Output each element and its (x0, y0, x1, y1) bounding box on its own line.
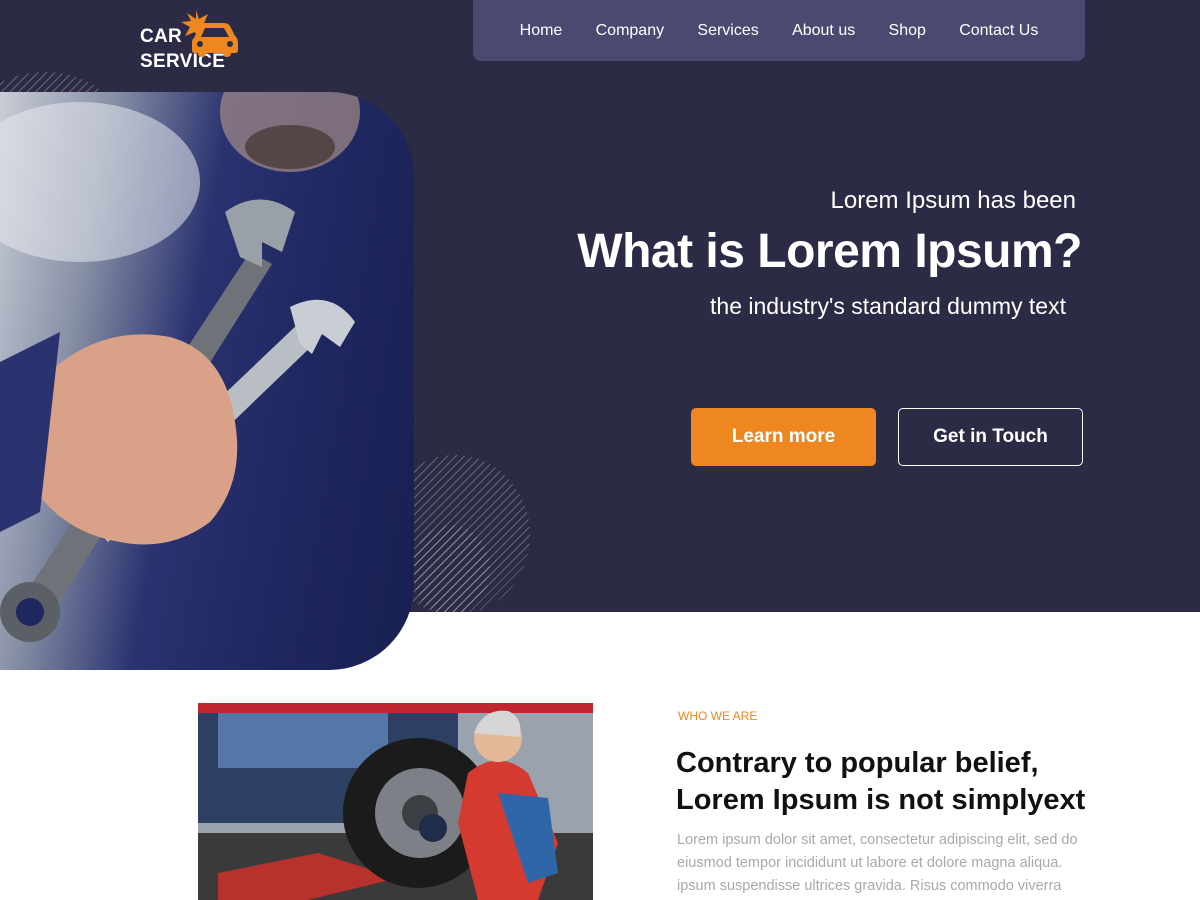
nav-item-home[interactable]: Home (520, 22, 563, 40)
nav-item-about-us[interactable]: About us (792, 22, 855, 40)
mechanic-changing-tire-illustration (198, 703, 593, 900)
nav-item-shop[interactable]: Shop (889, 22, 926, 40)
about-text-line-3: ipsum suspendisse ultrices gravida. Risu… (677, 878, 1062, 894)
nav-item-company[interactable]: Company (596, 22, 664, 40)
logo[interactable]: CAR SERVICE (140, 10, 250, 74)
about-text-line-1: Lorem ipsum dolor sit amet, consectetur … (677, 832, 1078, 848)
car-starburst-icon (181, 10, 238, 57)
mechanic-with-wrenches-illustration (0, 92, 360, 642)
about-title-line-1: Contrary to popular belief, (676, 747, 1039, 779)
about-mechanic-photo (198, 703, 593, 900)
about-title: Contrary to popular belief, Lorem Ipsum … (676, 745, 1106, 819)
about-text-line-2: eiusmod tempor incididunt ut labore et d… (677, 855, 1063, 871)
hero-description: the industry's standard dummy text (710, 293, 1066, 319)
about-description: Lorem ipsum dolor sit amet, consectetur … (677, 829, 1097, 898)
about-title-line-2: Lorem Ipsum is not simplyext (676, 784, 1086, 816)
main-nav: Home Company Services About us Shop Cont… (473, 0, 1085, 61)
hero-subtitle: Lorem Ipsum has been (830, 187, 1076, 214)
hero-title: What is Lorem Ipsum? (577, 225, 1082, 278)
hero-mechanic-photo (0, 92, 414, 670)
learn-more-button[interactable]: Learn more (691, 408, 876, 466)
get-in-touch-button[interactable]: Get in Touch (898, 408, 1083, 466)
nav-item-contact-us[interactable]: Contact Us (959, 22, 1038, 40)
section-label: WHO WE ARE (678, 709, 758, 723)
nav-item-services[interactable]: Services (697, 22, 758, 40)
decorative-pattern (412, 525, 490, 612)
